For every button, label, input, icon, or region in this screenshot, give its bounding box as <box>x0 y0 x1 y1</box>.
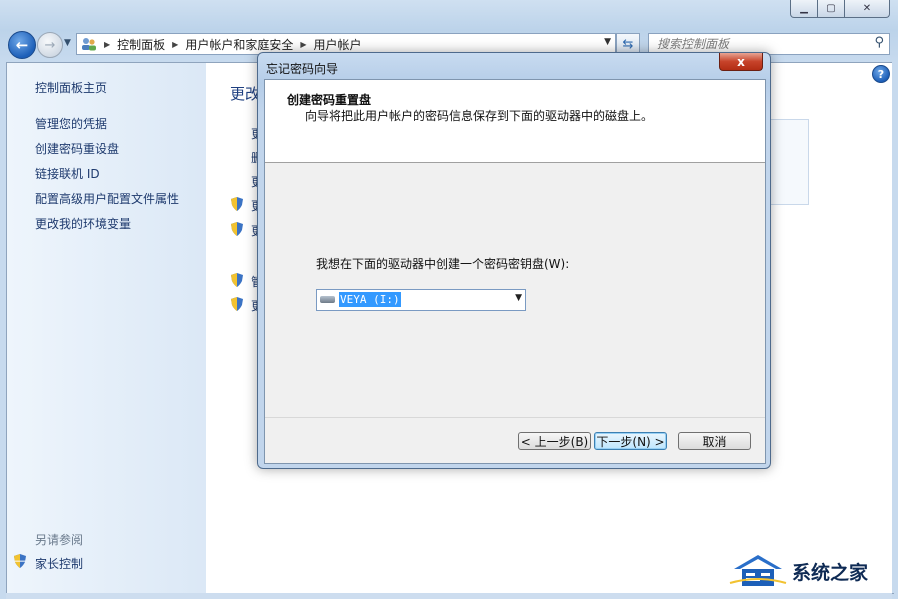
shield-icon <box>231 273 243 287</box>
sidebar-item-manage-credentials[interactable]: 管理您的凭据 <box>35 115 107 132</box>
breadcrumb-chevron-icon[interactable]: ▶ <box>300 40 306 49</box>
sidebar-item-control-panel-home[interactable]: 控制面板主页 <box>35 79 107 96</box>
help-icon[interactable]: ? <box>872 65 890 83</box>
cancel-button[interactable]: 取消 <box>678 432 751 450</box>
watermark-text: 系统之家 <box>792 561 869 584</box>
next-button[interactable]: 下一步(N) > <box>594 432 667 450</box>
wizard-step-description: 向导将把此用户帐户的密码信息保存到下面的驱动器中的磁盘上。 <box>305 109 654 123</box>
minimize-icon[interactable]: ▁ <box>790 0 818 18</box>
divider <box>265 417 765 418</box>
wizard-header: 创建密码重置盘 向导将把此用户帐户的密码信息保存到下面的驱动器中的磁盘上。 <box>265 80 765 163</box>
forward-arrow-icon[interactable]: → <box>37 32 63 58</box>
breadcrumb-user-accounts-family[interactable]: 用户帐户和家庭安全 <box>185 36 293 53</box>
usb-drive-icon <box>320 296 335 303</box>
shield-icon <box>14 554 26 568</box>
house-logo-icon <box>728 553 788 589</box>
search-icon[interactable]: ⚲ <box>874 35 884 50</box>
window-border <box>6 593 892 599</box>
sidebar-item-env-vars[interactable]: 更改我的环境变量 <box>35 215 131 232</box>
breadcrumb-chevron-icon[interactable]: ▶ <box>104 40 110 49</box>
chevron-down-icon[interactable]: ▼ <box>515 293 522 303</box>
sidebar-item-link-online-id[interactable]: 链接联机 ID <box>35 165 100 182</box>
shield-icon <box>231 297 243 311</box>
dialog-title: 忘记密码向导 <box>266 62 339 76</box>
watermark: 系统之家 <box>728 550 893 592</box>
search-input[interactable] <box>655 36 869 52</box>
back-button[interactable]: < 上一步(B) <box>518 432 591 450</box>
shield-icon <box>231 222 243 236</box>
dialog-body: 创建密码重置盘 向导将把此用户帐户的密码信息保存到下面的驱动器中的磁盘上。 我想… <box>264 79 766 464</box>
sidebar-item-create-reset-disk[interactable]: 创建密码重设盘 <box>35 140 119 157</box>
back-arrow-icon[interactable]: ← <box>8 31 36 59</box>
maximize-icon[interactable]: ▢ <box>817 0 845 18</box>
breadcrumb-chevron-icon[interactable]: ▶ <box>172 40 178 49</box>
window-caption-buttons: ▁ ▢ ✕ <box>790 0 890 18</box>
sidebar: 控制面板主页 管理您的凭据 创建密码重设盘 链接联机 ID 配置高级用户配置文件… <box>7 63 206 593</box>
address-dropdown-icon[interactable]: ▼ <box>604 37 611 47</box>
breadcrumb-control-panel[interactable]: 控制面板 <box>117 36 165 53</box>
window-border <box>892 62 898 593</box>
users-icon <box>81 37 97 51</box>
drive-selected-value: VEYA (I:) <box>339 292 401 307</box>
window-close-icon[interactable]: ✕ <box>844 0 890 18</box>
drive-prompt-label: 我想在下面的驱动器中创建一个密码密钥盘(W): <box>316 257 570 271</box>
parental-controls-link[interactable]: 家长控制 <box>35 555 83 572</box>
dialog-close-icon[interactable]: x <box>719 53 763 71</box>
see-also-heading: 另请参阅 <box>35 533 84 547</box>
shield-icon <box>231 197 243 211</box>
drive-select[interactable]: VEYA (I:) ▼ <box>316 289 526 311</box>
sidebar-item-advanced-profile[interactable]: 配置高级用户配置文件属性 <box>35 190 179 207</box>
page-heading: 更改 <box>230 85 261 103</box>
account-panel <box>767 119 809 205</box>
history-dropdown-icon[interactable]: ▼ <box>64 38 71 48</box>
breadcrumb-user-accounts[interactable]: 用户帐户 <box>314 36 362 53</box>
forgotten-password-wizard: 忘记密码向导 x 创建密码重置盘 向导将把此用户帐户的密码信息保存到下面的驱动器… <box>257 52 771 469</box>
wizard-step-title: 创建密码重置盘 <box>287 93 372 107</box>
